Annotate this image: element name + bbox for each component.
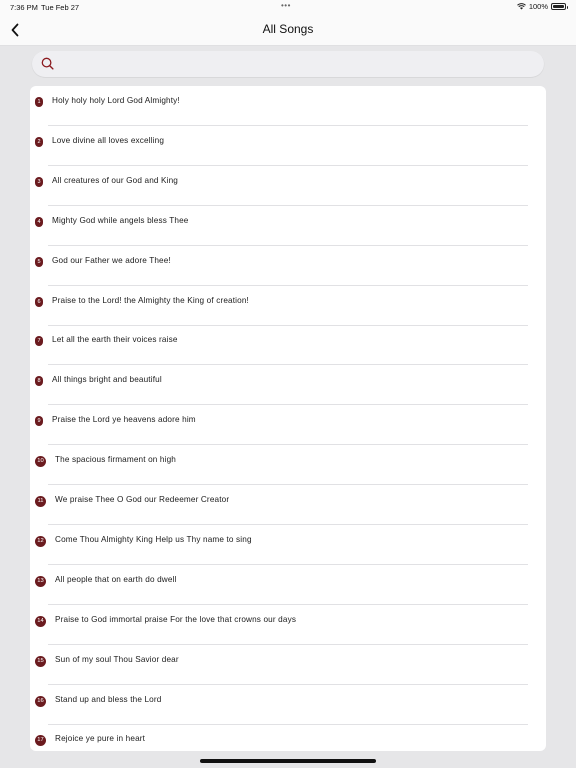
song-number-badge: 12 [35,535,46,547]
search-input[interactable] [60,55,530,73]
song-row[interactable]: 2 Love divine all loves excelling [30,126,546,166]
song-row[interactable]: 3 All creatures of our God and King [30,166,546,206]
song-title: God our Father we adore Thee! [52,255,171,265]
song-number-badge: 3 [35,176,43,187]
navigation-bar: All Songs [0,14,576,46]
song-title: Rejoice ye pure in heart [55,734,146,744]
song-title: Stand up and bless the Lord [55,694,162,704]
song-number-badge: 16 [35,695,46,707]
song-row[interactable]: 9 Praise the Lord ye heavens adore him [30,405,546,446]
song-row[interactable]: 8 All things bright and beautiful [30,365,546,406]
song-title: We praise Thee O God our Redeemer Creato… [55,495,230,504]
song-title: Holy holy holy Lord God Almighty! [52,96,180,105]
song-number-badge: 8 [35,376,43,387]
song-row[interactable]: 11 We praise Thee O God our Redeemer Crea… [30,485,546,525]
song-row[interactable]: 4 Mighty God while angels bless Thee [30,206,546,246]
song-number-badge: 10 [35,456,46,468]
song-title: Praise the Lord ye heavens adore him [52,415,196,425]
song-title: Let all the earth their voices raise [52,335,178,345]
song-number-badge: 9 [35,416,43,427]
song-number-badge: 14 [35,615,46,627]
song-row[interactable]: 14 Praise to God immortal praise For the … [30,605,546,645]
song-title: The spacious firmament on high [55,455,177,465]
song-title: Praise to the Lord! the Almighty the Kin… [52,295,249,305]
song-title: Praise to God immortal praise For the lo… [55,614,297,624]
song-title: All people that on earth do dwell [55,574,177,584]
song-row[interactable]: 5 God our Father we adore Thee! [30,246,546,286]
song-row[interactable]: 13 All people that on earth do dwell [30,565,546,605]
song-row[interactable]: 1 Holy holy holy Lord God Almighty! [30,86,546,126]
page-title: All Songs [262,22,314,36]
search-bar[interactable] [32,51,544,77]
status-time: 7:36 PM [10,3,38,12]
song-title: Love divine all loves excelling [52,135,165,145]
song-row[interactable]: 16 Stand up and bless the Lord [30,685,546,725]
status-date: Tue Feb 27 [41,3,80,12]
wifi-icon [516,3,526,10]
song-title: Mighty God while angels bless Thee [52,215,189,225]
song-title: Come Thou Almighty King Help us Thy name… [55,534,252,544]
song-number-badge: 4 [35,216,43,227]
song-list: 1 Holy holy holy Lord God Almighty! 2 Love … [30,86,546,751]
home-indicator[interactable] [200,759,376,763]
song-row[interactable]: 15 Sun of my soul Thou Savior dear [30,645,546,685]
song-title: All creatures of our God and King [52,175,179,185]
search-icon [41,57,54,70]
song-row[interactable]: 12 Come Thou Almighty King Help us Thy na… [30,525,546,565]
song-title: Sun of my soul Thou Savior dear [55,654,179,664]
song-row[interactable]: 17 Rejoice ye pure in heart [30,724,546,751]
song-row[interactable]: 7 Let all the earth their voices raise [30,325,546,366]
song-number-badge: 17 [35,735,46,747]
song-number-badge: 7 [35,336,43,347]
song-row[interactable]: 10 The spacious firmament on high [30,445,546,486]
battery-percent: 100% [528,2,548,11]
song-row[interactable]: 6 Praise to the Lord! the Almighty the Ki… [30,286,546,326]
song-number-badge: 11 [35,496,46,507]
song-number-badge: 1 [35,97,43,107]
song-title: All things bright and beautiful [52,375,162,385]
status-bar: 7:36 PM Tue Feb 27 ••• 100% [0,0,576,14]
battery-icon [551,3,568,10]
song-number-badge: 6 [35,296,43,307]
status-indicators: 100% [516,2,568,11]
multitask-dots[interactable]: ••• [281,1,291,10]
song-number-badge: 13 [35,575,46,587]
song-number-badge: 2 [35,136,43,147]
song-number-badge: 15 [35,655,46,667]
song-number-badge: 5 [35,256,43,267]
